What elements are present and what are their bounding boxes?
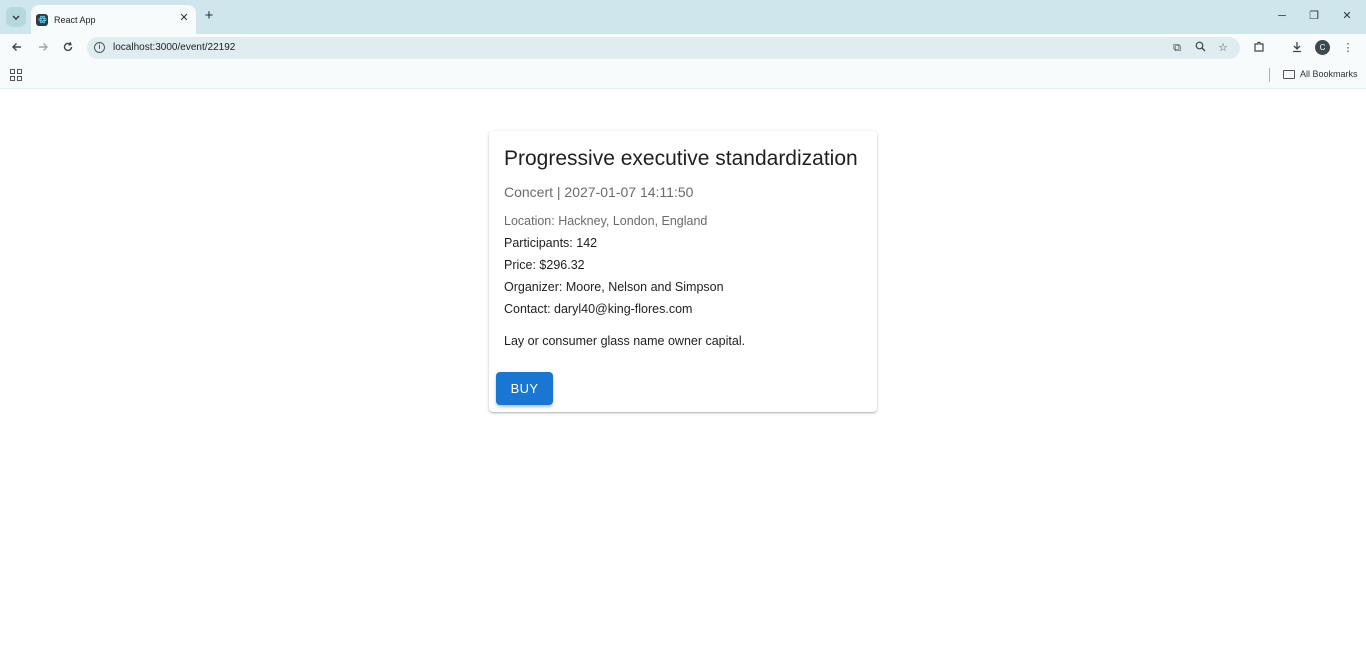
reload-icon[interactable]	[61, 41, 75, 55]
bookmark-star-icon[interactable]: ☆	[1216, 41, 1230, 55]
buy-button[interactable]: BUY	[496, 372, 553, 405]
apps-grid-icon[interactable]	[10, 69, 22, 81]
back-icon[interactable]	[10, 41, 24, 55]
forward-icon[interactable]	[36, 41, 50, 55]
event-participants: Participants: 142	[504, 236, 598, 250]
close-window-icon[interactable]: ✕	[1340, 9, 1354, 23]
profile-avatar[interactable]: C	[1315, 40, 1330, 55]
tab-search-chevron-icon[interactable]	[6, 7, 26, 27]
tab-strip: React App ✕ + ─ ❐ ✕	[0, 0, 1366, 34]
zoom-icon[interactable]	[1193, 41, 1207, 55]
react-favicon-icon	[36, 13, 48, 26]
event-card: Progressive executive standardization Co…	[489, 131, 877, 412]
extensions-icon[interactable]	[1252, 41, 1266, 55]
event-price: Price: $296.32	[504, 258, 585, 272]
bookmarks-bar: All Bookmarks	[0, 62, 1366, 89]
tab-close-icon[interactable]: ✕	[178, 12, 190, 24]
minimize-icon[interactable]: ─	[1275, 9, 1289, 23]
browser-tab[interactable]: React App ✕	[31, 5, 196, 34]
event-organizer: Organizer: Moore, Nelson and Simpson	[504, 280, 724, 294]
tab-title: React App	[54, 14, 96, 25]
site-info-icon[interactable]: i	[94, 42, 105, 53]
install-app-icon[interactable]: ⧉	[1170, 41, 1184, 55]
new-tab-icon[interactable]: +	[202, 8, 216, 24]
all-bookmarks-link[interactable]: All Bookmarks	[1300, 69, 1358, 79]
browser-toolbar: i localhost:3000/event/22192 ⧉ ☆ C ⋮	[0, 34, 1366, 62]
event-location: Location: Hackney, London, England	[504, 214, 708, 228]
event-contact: Contact: daryl40@king-flores.com	[504, 302, 693, 316]
browser-chrome: React App ✕ + ─ ❐ ✕ i localhost:3000/eve…	[0, 0, 1366, 89]
folder-icon[interactable]	[1283, 70, 1295, 79]
address-bar[interactable]: i localhost:3000/event/22192 ⧉ ☆	[87, 37, 1240, 59]
bookmarks-separator	[1269, 68, 1270, 82]
menu-kebab-icon[interactable]: ⋮	[1341, 41, 1355, 55]
url-text[interactable]: localhost:3000/event/22192	[113, 42, 235, 53]
event-subtitle: Concert | 2027-01-07 14:11:50	[504, 184, 694, 200]
event-description: Lay or consumer glass name owner capital…	[504, 334, 746, 348]
download-icon[interactable]	[1290, 41, 1304, 55]
event-title: Progressive executive standardization	[504, 147, 858, 170]
restore-icon[interactable]: ❐	[1307, 9, 1321, 23]
